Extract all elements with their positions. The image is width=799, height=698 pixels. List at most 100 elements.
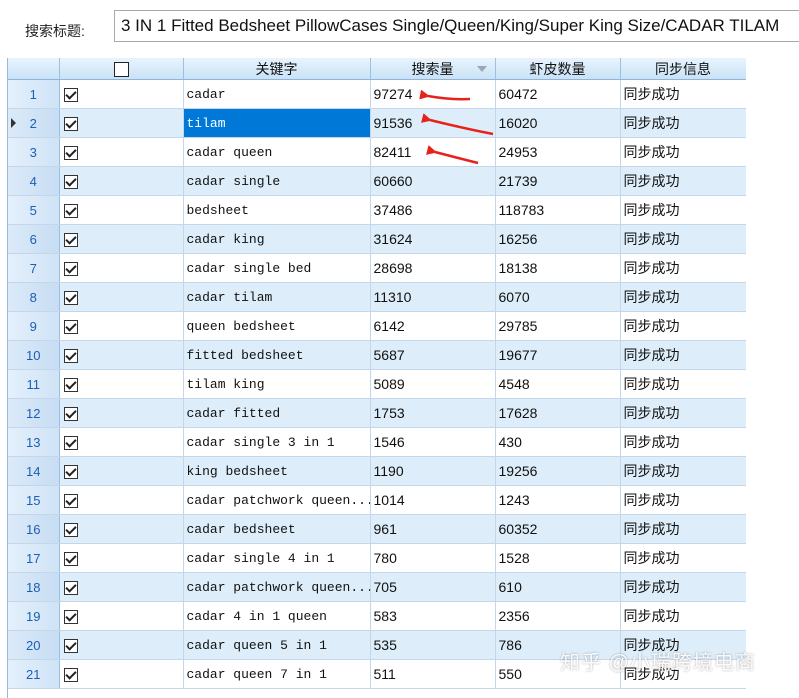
- keyword-cell[interactable]: king bedsheet: [183, 456, 371, 486]
- search-volume-cell[interactable]: 1546: [370, 427, 496, 457]
- row-checkbox[interactable]: [63, 378, 78, 393]
- sync-status-cell[interactable]: 同步成功: [620, 601, 746, 631]
- shopee-count-cell[interactable]: 18138: [495, 253, 621, 283]
- row-number[interactable]: 5: [8, 195, 60, 225]
- table-row[interactable]: 12 cadar fitted 1753 17628 同步成功: [8, 398, 746, 428]
- row-select-cell[interactable]: [59, 456, 184, 486]
- row-checkbox[interactable]: [63, 407, 78, 422]
- sync-status-cell[interactable]: 同步成功: [620, 427, 746, 457]
- search-volume-cell[interactable]: 82411: [370, 137, 496, 167]
- shopee-count-cell[interactable]: 16256: [495, 224, 621, 254]
- keyword-cell[interactable]: cadar single 4 in 1: [183, 543, 371, 573]
- shopee-count-cell[interactable]: 430: [495, 427, 621, 457]
- table-row[interactable]: 11 tilam king 5089 4548 同步成功: [8, 369, 746, 399]
- keyword-cell[interactable]: cadar queen: [183, 137, 371, 167]
- row-checkbox[interactable]: [63, 610, 78, 625]
- header-keyword[interactable]: 关键字: [183, 58, 371, 80]
- row-number[interactable]: 21: [8, 659, 60, 689]
- row-checkbox[interactable]: [63, 552, 78, 567]
- table-row[interactable]: 17 cadar single 4 in 1 780 1528 同步成功: [8, 543, 746, 573]
- row-checkbox[interactable]: [63, 436, 78, 451]
- sync-status-cell[interactable]: 同步成功: [620, 137, 746, 167]
- shopee-count-cell[interactable]: 60472: [495, 79, 621, 109]
- shopee-count-cell[interactable]: 118783: [495, 195, 621, 225]
- row-select-cell[interactable]: [59, 485, 184, 515]
- shopee-count-cell[interactable]: 16020: [495, 108, 621, 138]
- search-volume-cell[interactable]: 37486: [370, 195, 496, 225]
- keyword-cell[interactable]: cadar 4 in 1 queen: [183, 601, 371, 631]
- header-select-all[interactable]: [59, 58, 184, 80]
- row-select-cell[interactable]: [59, 79, 184, 109]
- row-select-cell[interactable]: [59, 427, 184, 457]
- row-number[interactable]: 12: [8, 398, 60, 428]
- keyword-cell[interactable]: cadar bedsheet: [183, 514, 371, 544]
- keyword-cell[interactable]: cadar single bed: [183, 253, 371, 283]
- row-select-cell[interactable]: [59, 572, 184, 602]
- search-volume-cell[interactable]: 5089: [370, 369, 496, 399]
- shopee-count-cell[interactable]: 2356: [495, 601, 621, 631]
- keyword-cell[interactable]: cadar single: [183, 166, 371, 196]
- row-number[interactable]: 13: [8, 427, 60, 457]
- row-checkbox[interactable]: [63, 349, 78, 364]
- row-number[interactable]: 15: [8, 485, 60, 515]
- search-volume-cell[interactable]: 1014: [370, 485, 496, 515]
- row-number[interactable]: 10: [8, 340, 60, 370]
- search-volume-cell[interactable]: 535: [370, 630, 496, 660]
- header-shopee-count[interactable]: 虾皮数量: [495, 58, 621, 80]
- row-checkbox[interactable]: [63, 262, 78, 277]
- search-volume-cell[interactable]: 511: [370, 659, 496, 689]
- keyword-cell[interactable]: cadar queen 5 in 1: [183, 630, 371, 660]
- shopee-count-cell[interactable]: 60352: [495, 514, 621, 544]
- sync-status-cell[interactable]: 同步成功: [620, 282, 746, 312]
- keyword-cell[interactable]: cadar king: [183, 224, 371, 254]
- row-number[interactable]: 9: [8, 311, 60, 341]
- shopee-count-cell[interactable]: 1243: [495, 485, 621, 515]
- table-row[interactable]: 1 cadar 97274 60472 同步成功: [8, 79, 746, 109]
- keyword-cell[interactable]: tilam: [183, 108, 371, 138]
- row-checkbox[interactable]: [63, 668, 78, 683]
- table-row[interactable]: 6 cadar king 31624 16256 同步成功: [8, 224, 746, 254]
- search-volume-cell[interactable]: 60660: [370, 166, 496, 196]
- shopee-count-cell[interactable]: 29785: [495, 311, 621, 341]
- row-number[interactable]: 11: [8, 369, 60, 399]
- row-select-cell[interactable]: [59, 340, 184, 370]
- table-row[interactable]: 13 cadar single 3 in 1 1546 430 同步成功: [8, 427, 746, 457]
- row-checkbox[interactable]: [63, 233, 78, 248]
- row-checkbox[interactable]: [63, 291, 78, 306]
- table-row[interactable]: 8 cadar tilam 11310 6070 同步成功: [8, 282, 746, 312]
- sync-status-cell[interactable]: 同步成功: [620, 195, 746, 225]
- row-select-cell[interactable]: [59, 166, 184, 196]
- row-checkbox[interactable]: [63, 523, 78, 538]
- row-number[interactable]: 18: [8, 572, 60, 602]
- table-row[interactable]: 4 cadar single 60660 21739 同步成功: [8, 166, 746, 196]
- keyword-cell[interactable]: tilam king: [183, 369, 371, 399]
- row-number[interactable]: 6: [8, 224, 60, 254]
- search-volume-cell[interactable]: 11310: [370, 282, 496, 312]
- table-row[interactable]: 2 tilam 91536 16020 同步成功: [8, 108, 746, 138]
- search-volume-cell[interactable]: 961: [370, 514, 496, 544]
- row-checkbox[interactable]: [63, 465, 78, 480]
- row-number[interactable]: 17: [8, 543, 60, 573]
- sync-status-cell[interactable]: 同步成功: [620, 340, 746, 370]
- keyword-cell[interactable]: bedsheet: [183, 195, 371, 225]
- sync-status-cell[interactable]: 同步成功: [620, 369, 746, 399]
- sync-status-cell[interactable]: 同步成功: [620, 79, 746, 109]
- row-select-cell[interactable]: [59, 311, 184, 341]
- sync-status-cell[interactable]: 同步成功: [620, 456, 746, 486]
- row-checkbox[interactable]: [63, 88, 78, 103]
- row-checkbox[interactable]: [63, 146, 78, 161]
- row-checkbox[interactable]: [63, 117, 78, 132]
- row-number[interactable]: 2: [8, 108, 60, 138]
- search-volume-cell[interactable]: 1190: [370, 456, 496, 486]
- header-sync-info[interactable]: 同步信息: [620, 58, 746, 80]
- row-select-cell[interactable]: [59, 398, 184, 428]
- search-volume-cell[interactable]: 97274: [370, 79, 496, 109]
- search-volume-cell[interactable]: 583: [370, 601, 496, 631]
- sync-status-cell[interactable]: 同步成功: [620, 543, 746, 573]
- row-select-cell[interactable]: [59, 253, 184, 283]
- keyword-cell[interactable]: fitted bedsheet: [183, 340, 371, 370]
- shopee-count-cell[interactable]: 17628: [495, 398, 621, 428]
- table-row[interactable]: 7 cadar single bed 28698 18138 同步成功: [8, 253, 746, 283]
- search-volume-cell[interactable]: 91536: [370, 108, 496, 138]
- sync-status-cell[interactable]: 同步成功: [620, 398, 746, 428]
